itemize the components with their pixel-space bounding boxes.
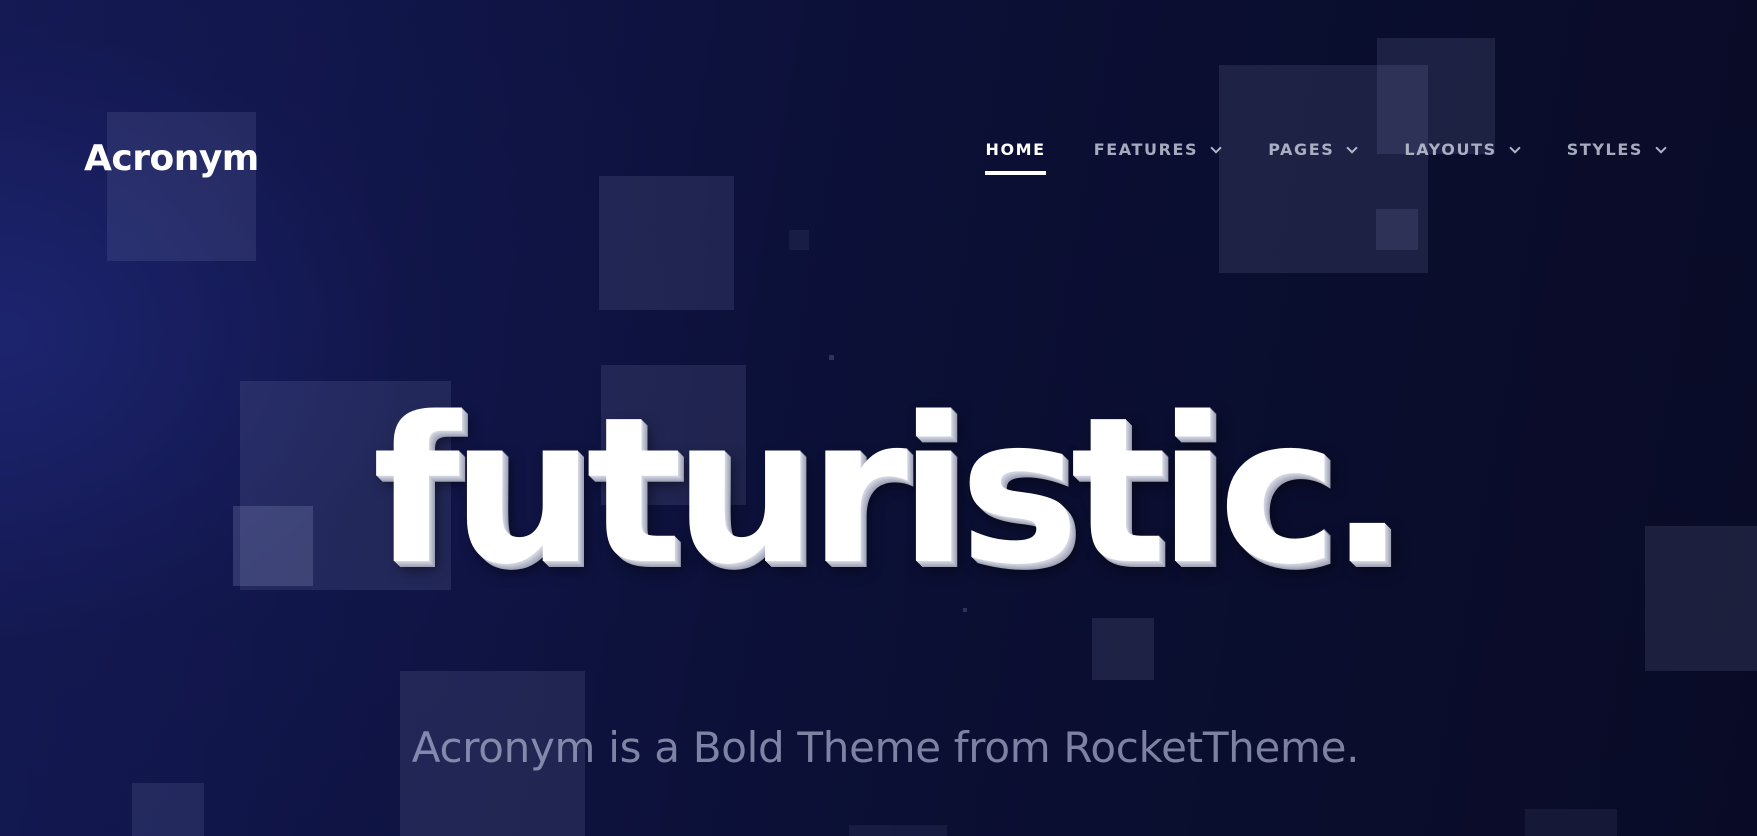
chevron-down-icon [1346,141,1359,154]
nav-item-label: HOME [985,140,1046,159]
decor-square [1377,38,1495,154]
hero-headline: futuristic. [372,373,1405,609]
nav-item-layouts[interactable]: LAYOUTS [1404,140,1521,175]
main-nav: HOME FEATURES PAGES LAYOUTS STYLES [937,140,1667,175]
decor-dot [829,355,834,360]
nav-item-label: LAYOUTS [1404,140,1497,159]
nav-item-label: PAGES [1268,140,1335,159]
chevron-down-icon [1509,141,1521,154]
nav-item-pages[interactable]: PAGES [1268,140,1359,175]
decor-square [599,176,734,310]
decor-square [849,825,947,836]
decor-square [789,230,809,250]
nav-item-home[interactable]: HOME [985,140,1046,175]
hero-section: Acronym HOME FEATURES PAGES LAYOUTS STYL… [0,0,1757,836]
chevron-down-icon [1655,141,1667,154]
decor-square [132,783,204,836]
nav-item-features[interactable]: FEATURES [1093,140,1222,175]
decor-square [107,112,256,261]
chevron-down-icon [1210,141,1222,154]
site-logo[interactable]: Acronym [84,138,259,179]
nav-item-label: FEATURES [1093,140,1199,159]
nav-item-styles[interactable]: STYLES [1566,140,1667,175]
decor-square [1092,618,1154,680]
decor-square [1525,809,1617,836]
decor-square [1376,209,1418,250]
nav-item-label: STYLES [1566,140,1643,159]
hero-tagline: Acronym is a Bold Theme from RocketTheme… [411,723,1360,772]
